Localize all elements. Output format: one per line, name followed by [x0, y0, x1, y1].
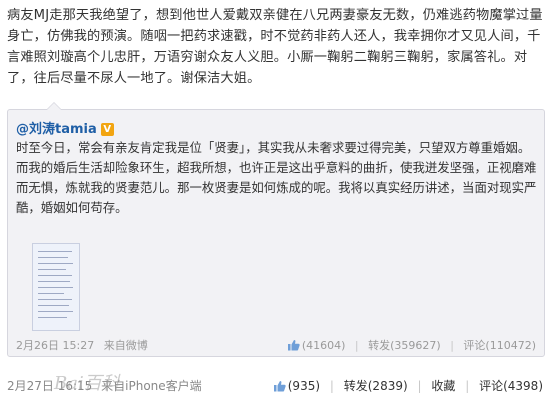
post-source: 来自iPhone客户端: [101, 379, 202, 393]
repost-like-count: (41604): [301, 339, 346, 352]
repost-like-button[interactable]: (41604): [287, 339, 349, 352]
like-count: (935): [287, 379, 321, 393]
repost-box: @刘涛tamia V 时至今日，常会有亲友肯定我是位「贤妻」，其实我从未奢求要过得…: [7, 102, 545, 357]
favorite-button[interactable]: 收藏: [431, 379, 455, 393]
repost-time-link[interactable]: 2月26日 15:27: [16, 339, 94, 352]
thumbs-up-icon: [273, 381, 286, 392]
verified-badge-icon: V: [100, 123, 114, 136]
repost-author-link[interactable]: @刘涛tamia: [16, 122, 97, 137]
repost-button[interactable]: 转发(2839): [344, 379, 408, 393]
comment-button[interactable]: 评论(4398): [479, 379, 543, 393]
repost-text: 时至今日，常会有亲友肯定我是位「贤妻」，其实我从未奢求要过得完美，只望双方尊重婚…: [16, 140, 537, 215]
image-thumbnail[interactable]: [32, 243, 80, 331]
post-text: 病友MJ走那天我绝望了，想到他世人爱戴双亲健在八兄两妻豪友无数，仍难逃药物魔掌过…: [7, 8, 543, 86]
repost-repost-button[interactable]: 转发(359627): [368, 339, 441, 352]
thumbs-up-icon: [287, 340, 300, 351]
repost-source: 来自微博: [103, 339, 148, 352]
repost-author-line: @刘涛tamia V: [16, 118, 114, 137]
post-time-link[interactable]: 2月27日 16:15: [7, 379, 92, 393]
repost-comment-button[interactable]: 评论(110472): [463, 339, 536, 352]
like-button[interactable]: (935): [273, 379, 324, 393]
